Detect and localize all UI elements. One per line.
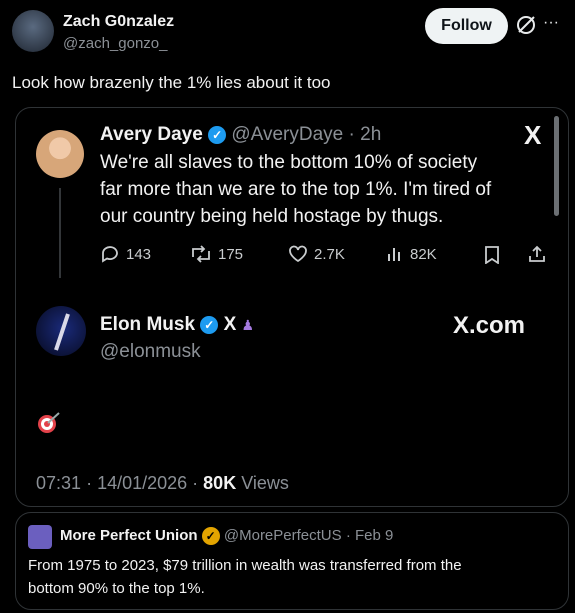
avery-header: Avery Daye ✓ @AveryDaye · 2h	[100, 124, 381, 146]
gold-verified-badge-icon: ✓	[201, 527, 220, 546]
like-count: 2.7K	[314, 245, 345, 263]
views-count: 80K	[203, 473, 237, 493]
author-name[interactable]: Zach G0nzalez	[63, 13, 174, 31]
thread-line	[59, 188, 61, 278]
mpu-logo[interactable]	[28, 525, 52, 549]
follow-button[interactable]: Follow	[425, 8, 508, 44]
elon-avatar[interactable]	[36, 306, 86, 356]
quote-header: More Perfect Union ✓ @MorePerfectUS · Fe…	[60, 527, 394, 546]
quote-text-line-2: bottom 90% to the top 1%.	[28, 580, 205, 597]
avery-time[interactable]: · 2h	[349, 124, 382, 145]
elon-handle[interactable]: @elonmusk	[100, 341, 201, 363]
embedded-image[interactable]: Avery Daye ✓ @AveryDaye · 2h X We're all…	[15, 107, 569, 507]
verified-badge-icon: ✓	[208, 125, 227, 144]
repost-action[interactable]: 175	[190, 245, 243, 263]
view-count: 82K	[410, 245, 437, 263]
reply-count: 143	[126, 245, 152, 263]
views-chart-icon	[388, 248, 400, 261]
target-emoji-icon	[36, 410, 62, 439]
verified-badge-icon: ✓	[200, 315, 219, 334]
post-timestamp: 07:31 · 14/01/2026 · 80K Views	[36, 473, 289, 493]
avery-text-line-2: far more than we are to the top 1%. I'm …	[100, 179, 492, 200]
avery-handle[interactable]: @AveryDaye	[231, 124, 343, 145]
elon-header: Elon Musk ✓ X ♟	[100, 314, 254, 336]
quote-date[interactable]: · Feb 9	[346, 527, 394, 544]
scrollbar[interactable]	[554, 116, 559, 216]
post-time[interactable]: 07:31	[36, 473, 81, 493]
author-avatar[interactable]	[12, 10, 54, 52]
x-affiliate-icon: X	[223, 314, 237, 335]
like-action[interactable]: 2.7K	[288, 245, 345, 263]
views-action[interactable]: 82K	[386, 245, 437, 263]
author-handle[interactable]: @zach_gonzo_	[63, 35, 167, 52]
avery-text-line-3: our country being held hostage by thugs.	[100, 206, 444, 227]
post-text: Look how brazenly the 1% lies about it t…	[12, 73, 331, 92]
person-affiliate-icon: ♟	[241, 317, 255, 333]
more-options-icon[interactable]: ···	[543, 14, 559, 32]
repost-icon	[192, 245, 210, 263]
avery-avatar[interactable]	[36, 130, 84, 178]
elon-name[interactable]: Elon Musk	[100, 314, 195, 335]
quoted-post[interactable]: More Perfect Union ✓ @MorePerfectUS · Fe…	[15, 512, 569, 610]
reply-action[interactable]: 143	[100, 245, 151, 263]
quote-author-name[interactable]: More Perfect Union	[60, 527, 198, 544]
repost-count: 175	[218, 245, 244, 263]
x-com-text: X.com	[453, 312, 526, 339]
share-icon[interactable]	[528, 245, 546, 268]
reply-icon	[102, 246, 118, 263]
avery-text-line-1: We're all slaves to the bottom 10% of so…	[100, 152, 478, 173]
bookmark-icon[interactable]	[484, 246, 500, 269]
x-logo-icon: X	[524, 120, 542, 150]
quote-handle[interactable]: @MorePerfectUS	[224, 527, 342, 544]
views-label: Views	[241, 473, 289, 493]
avery-name[interactable]: Avery Daye	[100, 124, 203, 145]
heart-icon	[289, 245, 307, 263]
quote-text-line-1: From 1975 to 2023, $79 trillion in wealt…	[28, 557, 462, 574]
post-date[interactable]: 14/01/2026	[97, 473, 187, 493]
grok-icon[interactable]	[515, 14, 537, 36]
